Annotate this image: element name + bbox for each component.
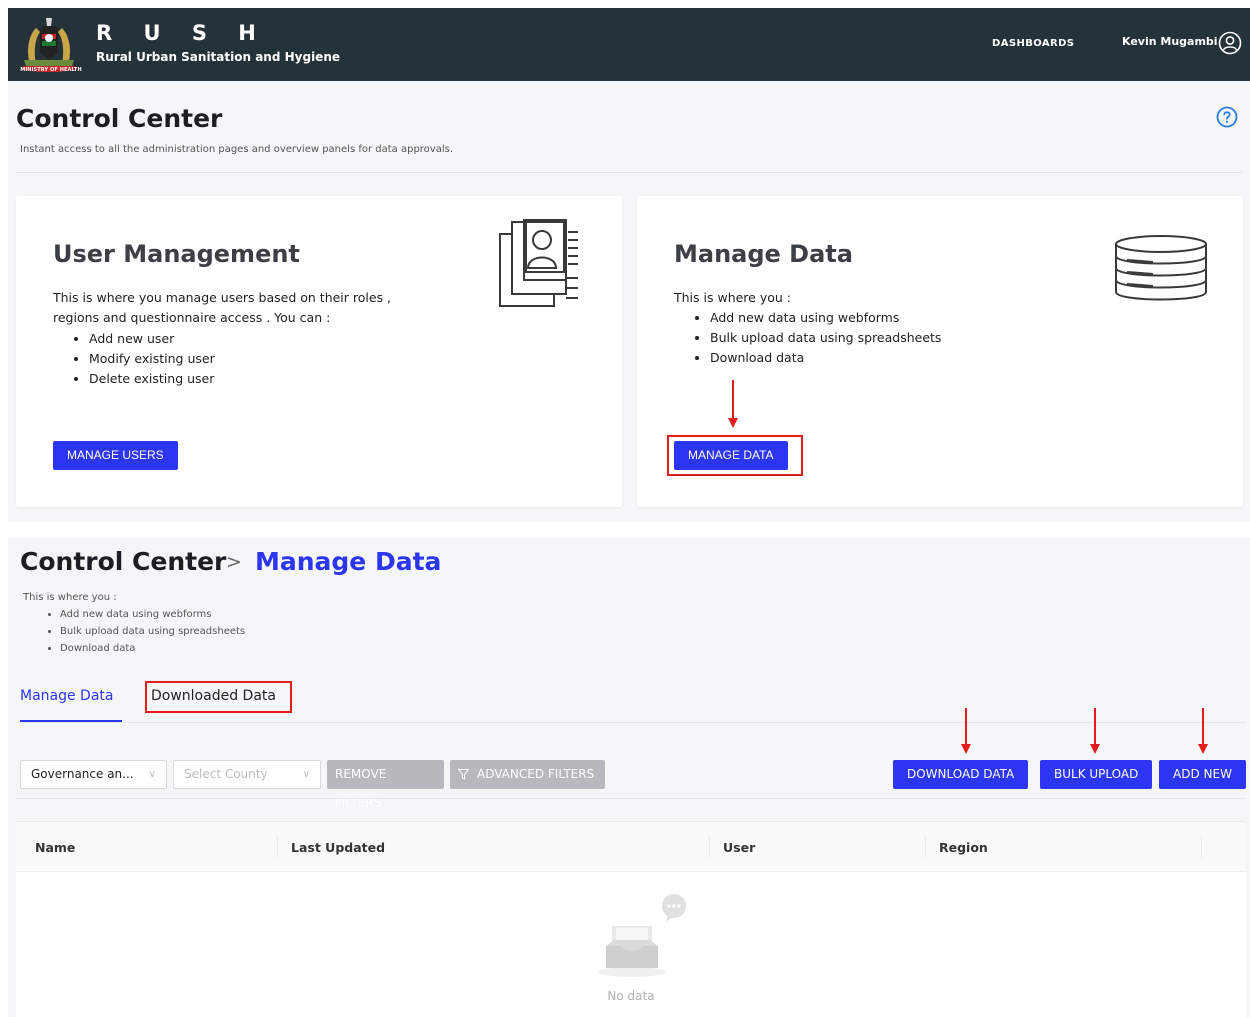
add-new-button[interactable]: ADD NEW (1159, 760, 1246, 789)
advanced-filters-label: ADVANCED FILTERS (477, 767, 595, 781)
column-header-name[interactable]: Name (35, 840, 75, 855)
column-header-user[interactable]: User (723, 840, 755, 855)
list-item: Download data (60, 640, 245, 657)
column-divider (709, 836, 710, 858)
nav-dashboards-link[interactable]: DASHBOARDS (992, 38, 1074, 49)
filter-icon (458, 769, 469, 780)
manage-users-button[interactable]: MANAGE USERS (53, 441, 178, 470)
description-list: Add new data using webforms Bulk upload … (60, 606, 245, 657)
brand-title: R U S H (96, 21, 268, 45)
list-item: Bulk upload data using spreadsheets (60, 623, 245, 640)
description-text: This is where you : (23, 592, 117, 603)
list-item: Bulk upload data using spreadsheets (710, 328, 941, 348)
list-item: Download data (710, 348, 941, 368)
annotation-highlight-box (667, 435, 803, 476)
annotation-arrow (1198, 708, 1208, 754)
column-header-last-updated[interactable]: Last Updated (291, 840, 385, 855)
list-item: Add new data using webforms (710, 308, 941, 328)
column-header-region[interactable]: Region (939, 840, 988, 855)
empty-state-text: No data (607, 989, 655, 1003)
card-title: Manage Data (674, 240, 853, 268)
list-item: Delete existing user (89, 369, 215, 389)
county-select[interactable]: Select County ∨ (173, 760, 321, 789)
page-title: Control Center (16, 104, 223, 133)
table-header: Name Last Updated User Region (16, 822, 1246, 872)
filters-divider (16, 798, 1246, 799)
control-center-screenshot: MINISTRY OF HEALTH R U S H Rural Urban S… (8, 8, 1250, 522)
download-data-button[interactable]: DOWNLOAD DATA (893, 760, 1029, 789)
breadcrumb-root[interactable]: Control Center (20, 547, 226, 576)
breadcrumb-current: Manage Data (255, 547, 442, 576)
card-feature-list: Add new data using webforms Bulk upload … (710, 308, 941, 368)
header-divider (16, 172, 1242, 173)
database-icon (1115, 235, 1207, 301)
list-item: Modify existing user (89, 349, 215, 369)
county-select-placeholder: Select County (184, 767, 268, 781)
remove-filters-button[interactable]: REMOVE FILTERS (327, 760, 444, 810)
page-description: Instant access to all the administration… (20, 144, 454, 155)
annotation-highlight-box (145, 681, 292, 713)
brand-subtitle: Rural Urban Sanitation and Hygiene (96, 50, 341, 64)
column-divider (925, 836, 926, 858)
tab-manage-data[interactable]: Manage Data (20, 688, 114, 704)
advanced-filters-button[interactable]: ADVANCED FILTERS (450, 760, 605, 789)
tabs-divider (16, 722, 1246, 723)
column-divider (277, 836, 278, 858)
list-item: Add new data using webforms (60, 606, 245, 623)
user-management-card: User Management This is where you manage… (16, 196, 622, 507)
empty-inbox-icon (598, 894, 686, 977)
chevron-down-icon: ∨ (148, 769, 156, 780)
annotation-arrow (728, 380, 738, 428)
page-description: This is where you : Add new data using w… (23, 589, 245, 657)
annotation-arrow (1090, 708, 1100, 754)
breadcrumb-separator-icon: > (226, 551, 242, 573)
annotation-arrow (961, 708, 971, 754)
card-description: This is where you : (674, 290, 791, 305)
data-table: Name Last Updated User Region No data (16, 821, 1246, 1017)
form-select-value: Governance an... (31, 767, 134, 781)
card-description: This is where you manage users based on … (53, 290, 392, 325)
top-navigation-bar: MINISTRY OF HEALTH R U S H Rural Urban S… (8, 8, 1250, 81)
user-circle-icon[interactable] (1218, 31, 1242, 55)
manage-data-screenshot: Control Center > Manage Data This is whe… (8, 538, 1250, 1017)
column-divider (1201, 836, 1202, 858)
user-documents-icon (499, 219, 578, 307)
form-select[interactable]: Governance an... ∨ (20, 760, 167, 789)
user-name[interactable]: Kevin Mugambi (1122, 35, 1218, 48)
logo-caption: MINISTRY OF HEALTH (20, 67, 82, 73)
question-circle-icon[interactable] (1216, 106, 1238, 128)
card-title: User Management (53, 240, 300, 268)
list-item: Add new user (89, 329, 215, 349)
card-feature-list: Add new user Modify existing user Delete… (89, 329, 215, 389)
chevron-down-icon: ∨ (302, 769, 310, 780)
bulk-upload-button[interactable]: BULK UPLOAD (1040, 760, 1153, 789)
